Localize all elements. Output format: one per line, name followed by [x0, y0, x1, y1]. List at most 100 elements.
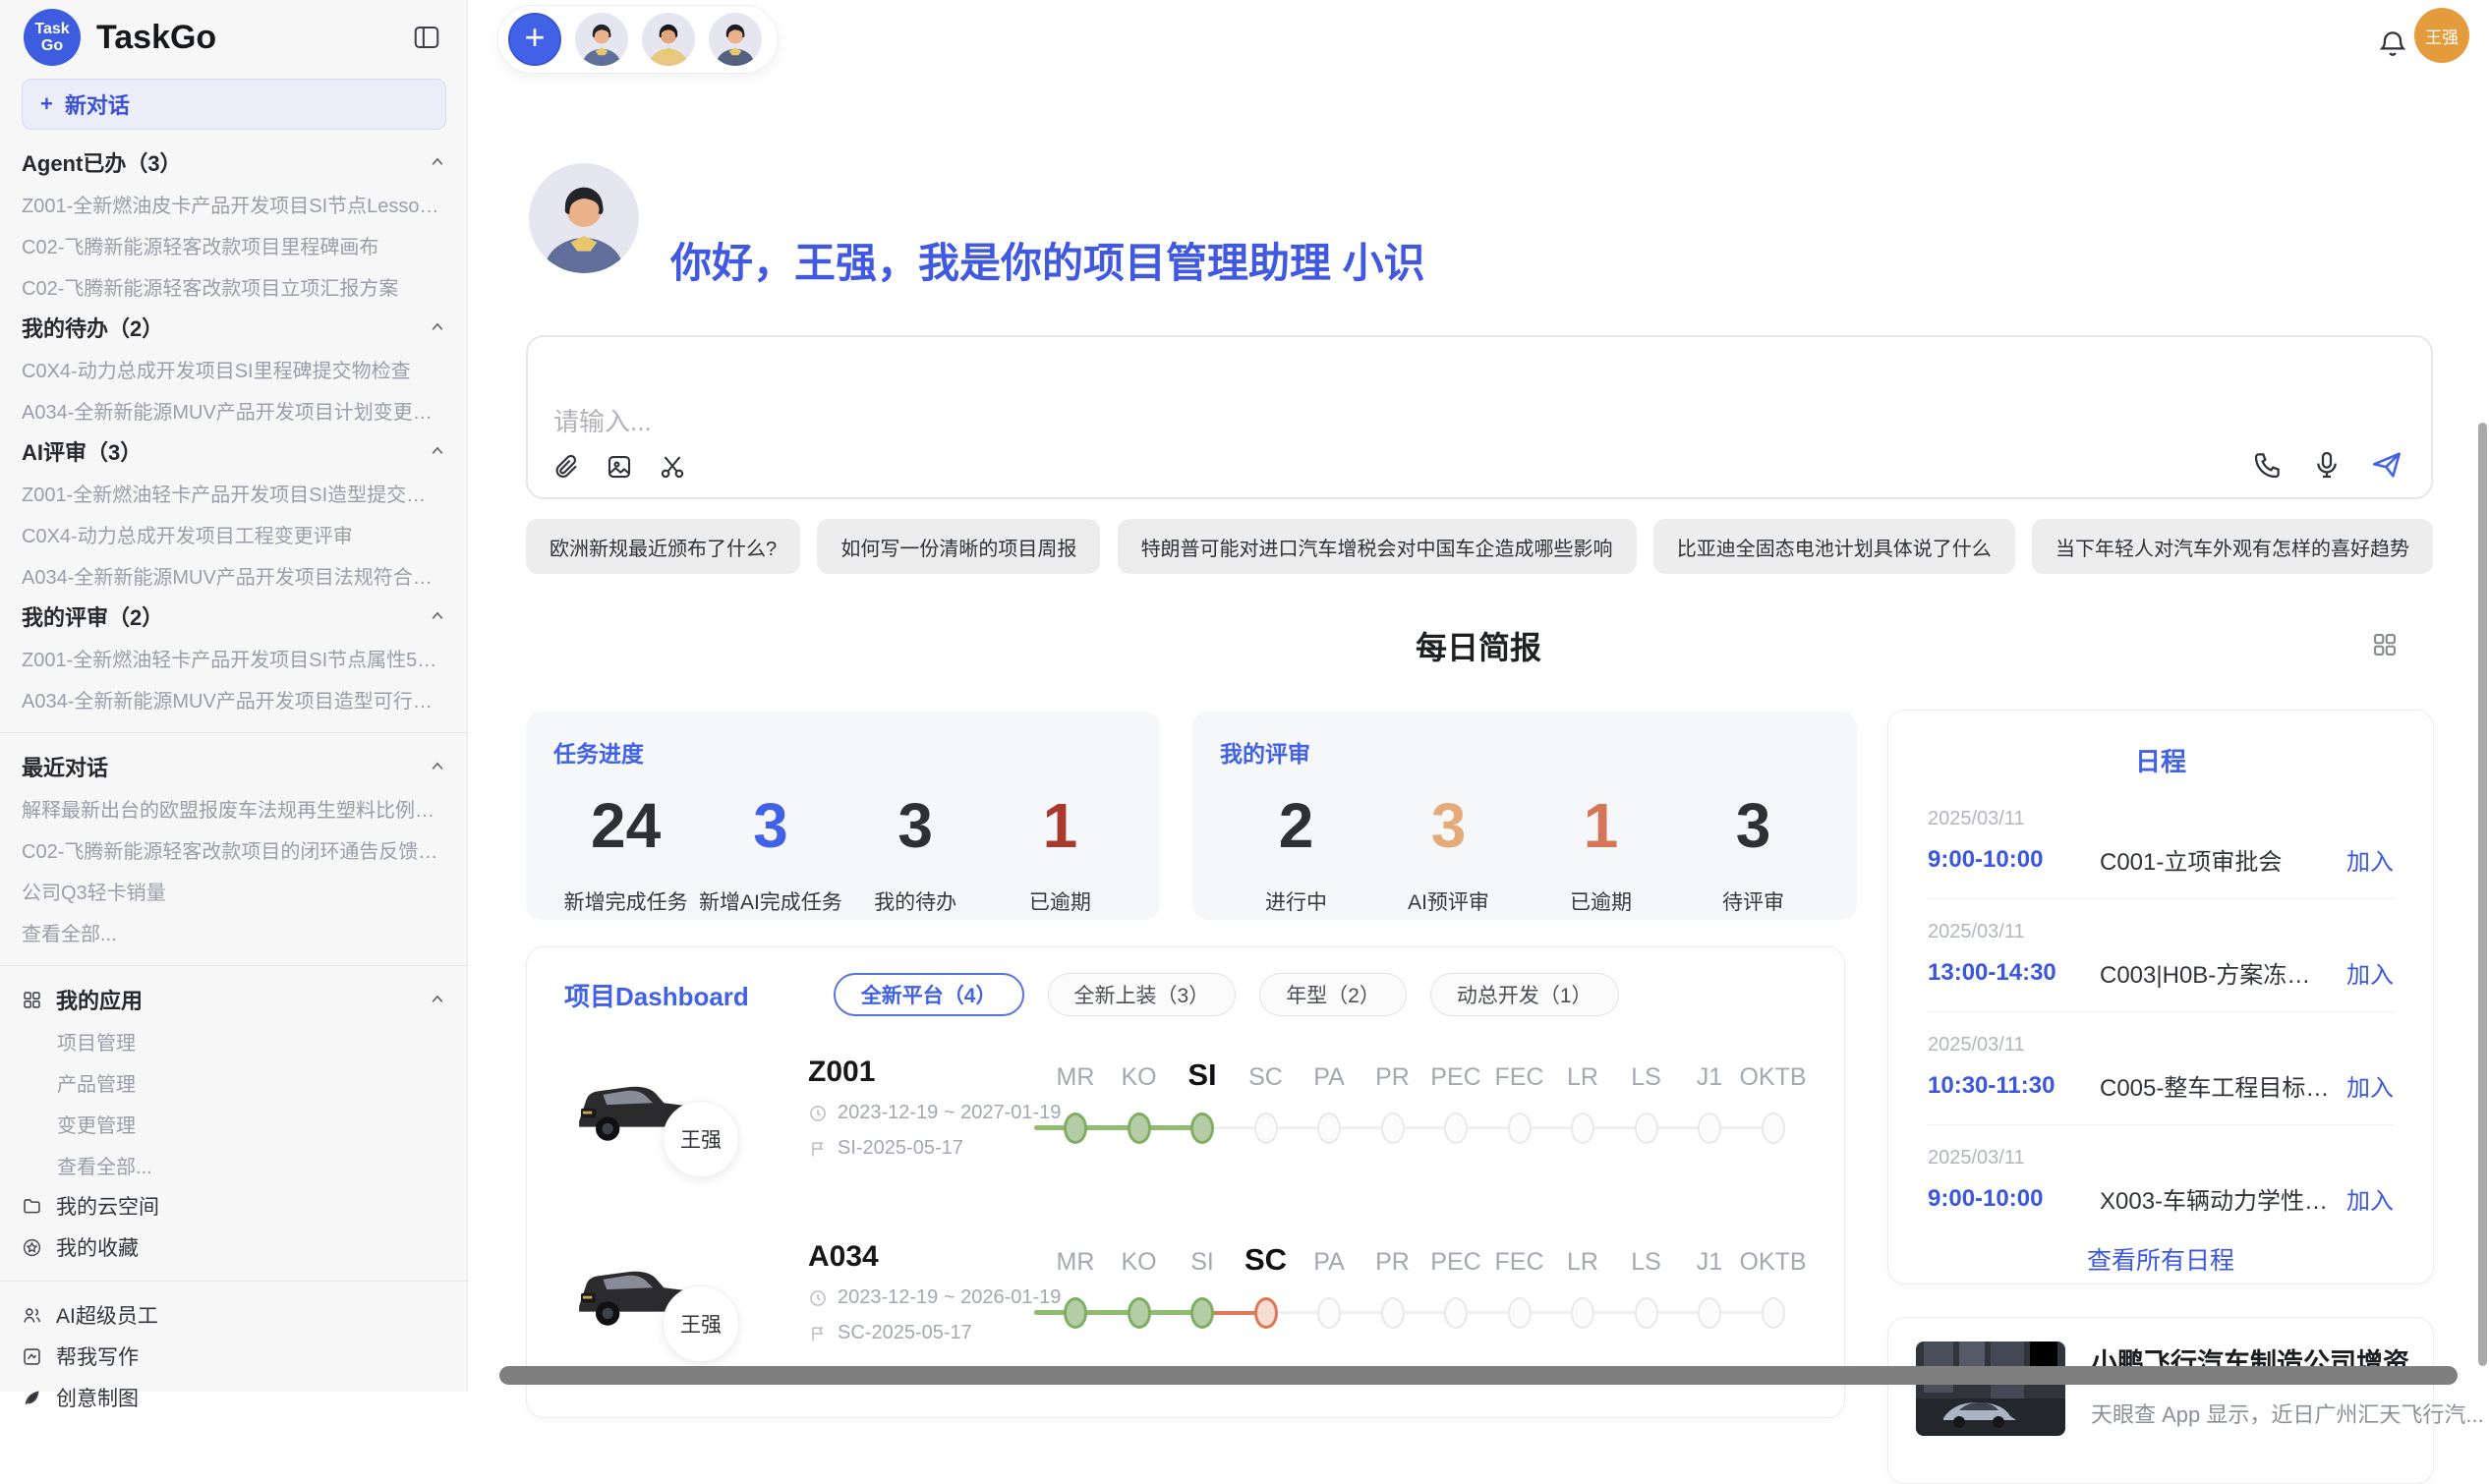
sidebar-item[interactable]: A034-全新新能源MUV产品开发项目法规符合性评审: [0, 554, 467, 596]
send-icon[interactable]: [2370, 448, 2403, 482]
dashboard-filter-tab[interactable]: 动总开发（1）: [1430, 973, 1619, 1016]
suggestion-chip[interactable]: 当下年轻人对汽车外观有怎样的喜好趋势: [2032, 519, 2433, 574]
milestone-node[interactable]: [1381, 1113, 1405, 1144]
attachment-icon[interactable]: [551, 452, 581, 482]
notification-bell-icon[interactable]: [2377, 28, 2408, 59]
milestone-node[interactable]: [1444, 1113, 1468, 1144]
sidebar-section-sec1[interactable]: 我的待办（2）: [0, 307, 467, 348]
stat-columns: 2进行中3AI预评审1已逾期3待评审: [1220, 794, 1829, 916]
sidebar-item-label: C02-飞腾新能源轻客改款项目里程碑画布: [22, 231, 378, 259]
sidebar-section-my-apps[interactable]: 我的应用: [0, 979, 467, 1020]
milestone-node[interactable]: [1762, 1113, 1785, 1144]
vertical-scrollbar[interactable]: [2478, 423, 2487, 1366]
recent-chat-item[interactable]: C02-飞腾新能源轻客改款项目的闭环通告反馈情况: [0, 828, 467, 870]
sidebar-item[interactable]: A034-全新新能源MUV产品开发项目计划变更表编写: [0, 389, 467, 430]
news-card[interactable]: 小鹏飞行汽车制造公司增资 天眼查 App 显示，近日广州汇天飞行汽...: [1887, 1317, 2434, 1484]
milestone-node[interactable]: [1317, 1113, 1341, 1144]
sidebar-collapse-icon[interactable]: [410, 21, 443, 54]
milestone-node[interactable]: [1571, 1297, 1594, 1329]
dashboard-filter-tab[interactable]: 全新上装（3）: [1048, 973, 1237, 1016]
project-code[interactable]: A034: [808, 1240, 1061, 1274]
sidebar-item-ai-super-staff[interactable]: AI超级员工: [0, 1294, 467, 1336]
sidebar-item-favorites[interactable]: 我的收藏: [0, 1227, 467, 1268]
horizontal-scrollbar[interactable]: [499, 1366, 2458, 1385]
sidebar-item[interactable]: C0X4-动力总成开发项目工程变更评审: [0, 513, 467, 554]
join-button[interactable]: 加入: [2346, 955, 2394, 990]
image-icon[interactable]: [605, 452, 634, 482]
dashboard-filter-tab[interactable]: 全新平台（4）: [834, 973, 1024, 1016]
recent-chat-item[interactable]: 解释最新出台的欧盟报废车法规再生塑料比例被调至15%...: [0, 787, 467, 828]
suggestion-chip[interactable]: 欧洲新规最近颁布了什么?: [526, 519, 800, 574]
milestone-node[interactable]: [1254, 1113, 1278, 1144]
new-chat-button[interactable]: + 新对话: [22, 79, 446, 130]
milestone-node[interactable]: [1190, 1113, 1214, 1144]
milestone-node[interactable]: [1128, 1113, 1151, 1144]
suggestion-chip[interactable]: 如何写一份清晰的项目周报: [817, 519, 1100, 574]
suggestion-chip[interactable]: 比亚迪全固态电池计划具体说了什么: [1653, 519, 2015, 574]
app-item[interactable]: 产品管理: [0, 1061, 467, 1103]
milestone-node[interactable]: [1444, 1297, 1468, 1329]
schedule-row: 9:00-10:00C001-立项审批会加入: [1928, 842, 2394, 877]
project-milestone-date: SI-2025-05-17: [808, 1137, 1061, 1160]
milestone-node[interactable]: [1762, 1297, 1785, 1329]
sidebar-section-recent[interactable]: 最近对话: [0, 746, 467, 787]
sidebar-item[interactable]: Z001-全新燃油轻卡产品开发项目SI节点属性5D文件评审: [0, 637, 467, 678]
milestone-node[interactable]: [1064, 1297, 1087, 1329]
phone-icon[interactable]: [2252, 449, 2284, 481]
milestone-node[interactable]: [1508, 1297, 1532, 1329]
scissors-icon[interactable]: [658, 452, 687, 482]
app-item[interactable]: 变更管理: [0, 1103, 467, 1144]
sidebar-item[interactable]: Z001-全新燃油皮卡产品开发项目SI节点Lesson Learn报告: [0, 183, 467, 224]
milestone-node[interactable]: [1190, 1297, 1214, 1329]
sidebar-item-help-me-write[interactable]: 帮我写作: [0, 1336, 467, 1377]
member-avatar-2[interactable]: [642, 13, 695, 66]
app-item[interactable]: 项目管理: [0, 1020, 467, 1061]
join-button[interactable]: 加入: [2346, 1068, 2394, 1103]
milestone-node[interactable]: [1508, 1113, 1532, 1144]
project-code[interactable]: Z001: [808, 1056, 1061, 1089]
sidebar-item[interactable]: C02-飞腾新能源轻客改款项目立项汇报方案: [0, 265, 467, 307]
sidebar-section-sec0[interactable]: Agent已办（3）: [0, 142, 467, 183]
sidebar-item-cloud-space[interactable]: 我的云空间: [0, 1185, 467, 1227]
milestone-node[interactable]: [1698, 1297, 1721, 1329]
milestone-node[interactable]: [1698, 1113, 1721, 1144]
milestone-node[interactable]: [1635, 1297, 1658, 1329]
chat-input[interactable]: 请输入...: [526, 335, 2433, 499]
milestone-track: MRKOSISCPAPRPECFECLRLSJ1OKTB: [1075, 1238, 1842, 1386]
sidebar-item[interactable]: C0X4-动力总成开发项目SI里程碑提交物检查: [0, 348, 467, 389]
favorites-label: 我的收藏: [56, 1232, 139, 1262]
sidebar-item[interactable]: C02-飞腾新能源轻客改款项目里程碑画布: [0, 224, 467, 265]
member-avatar-1[interactable]: [575, 13, 628, 66]
member-avatar-3[interactable]: [709, 13, 762, 66]
milestone-node[interactable]: [1381, 1297, 1405, 1329]
sidebar-section-sec3[interactable]: 我的评审（2）: [0, 596, 467, 637]
milestone-label: J1: [1697, 1248, 1722, 1277]
recent-chat-item[interactable]: 公司Q3轻卡销量: [0, 870, 467, 911]
milestone-node[interactable]: [1571, 1113, 1594, 1144]
join-button[interactable]: 加入: [2346, 842, 2394, 877]
milestone-label: SC: [1244, 1242, 1287, 1278]
milestone-node[interactable]: [1064, 1113, 1087, 1144]
milestone-node[interactable]: [1317, 1297, 1341, 1329]
add-assistant-button[interactable]: +: [508, 13, 561, 66]
view-all-schedule-link[interactable]: 查看所有日程: [1928, 1241, 2394, 1277]
user-avatar[interactable]: 王强: [2414, 8, 2469, 63]
layout-grid-icon[interactable]: [2371, 631, 2399, 658]
sidebar-section-sec2[interactable]: AI评审（3）: [0, 430, 467, 472]
milestone-node[interactable]: [1128, 1297, 1151, 1329]
dashboard-filter-tab[interactable]: 年型（2）: [1259, 973, 1407, 1016]
view-all-recent[interactable]: 查看全部...: [0, 911, 467, 952]
sidebar-item[interactable]: Z001-全新燃油轻卡产品开发项目SI造型提交物评审: [0, 472, 467, 513]
join-button[interactable]: 加入: [2346, 1181, 2394, 1216]
project-row: 王强Z0012023-12-19 ~ 2027-01-19SI-2025-05-…: [564, 1054, 1807, 1201]
sidebar-item[interactable]: A034-全新新能源MUV产品开发项目造型可行性评审: [0, 678, 467, 719]
milestone-node[interactable]: [1254, 1297, 1278, 1329]
milestone-node[interactable]: [1635, 1113, 1658, 1144]
sidebar-item-label: 解释最新出台的欧盟报废车法规再生塑料比例被调至15%...: [22, 794, 445, 823]
microphone-icon[interactable]: [2311, 449, 2343, 481]
app-item[interactable]: 查看全部...: [0, 1144, 467, 1185]
suggestion-chip[interactable]: 特朗普可能对进口汽车增税会对中国车企造成哪些影响: [1118, 519, 1637, 574]
sidebar-item-creative-drawing[interactable]: 创意制图: [0, 1377, 467, 1418]
schedule-item: 2025/03/119:00-10:00C001-立项审批会加入: [1928, 808, 2394, 877]
project-info: Z0012023-12-19 ~ 2027-01-19SI-2025-05-17: [808, 1056, 1061, 1160]
